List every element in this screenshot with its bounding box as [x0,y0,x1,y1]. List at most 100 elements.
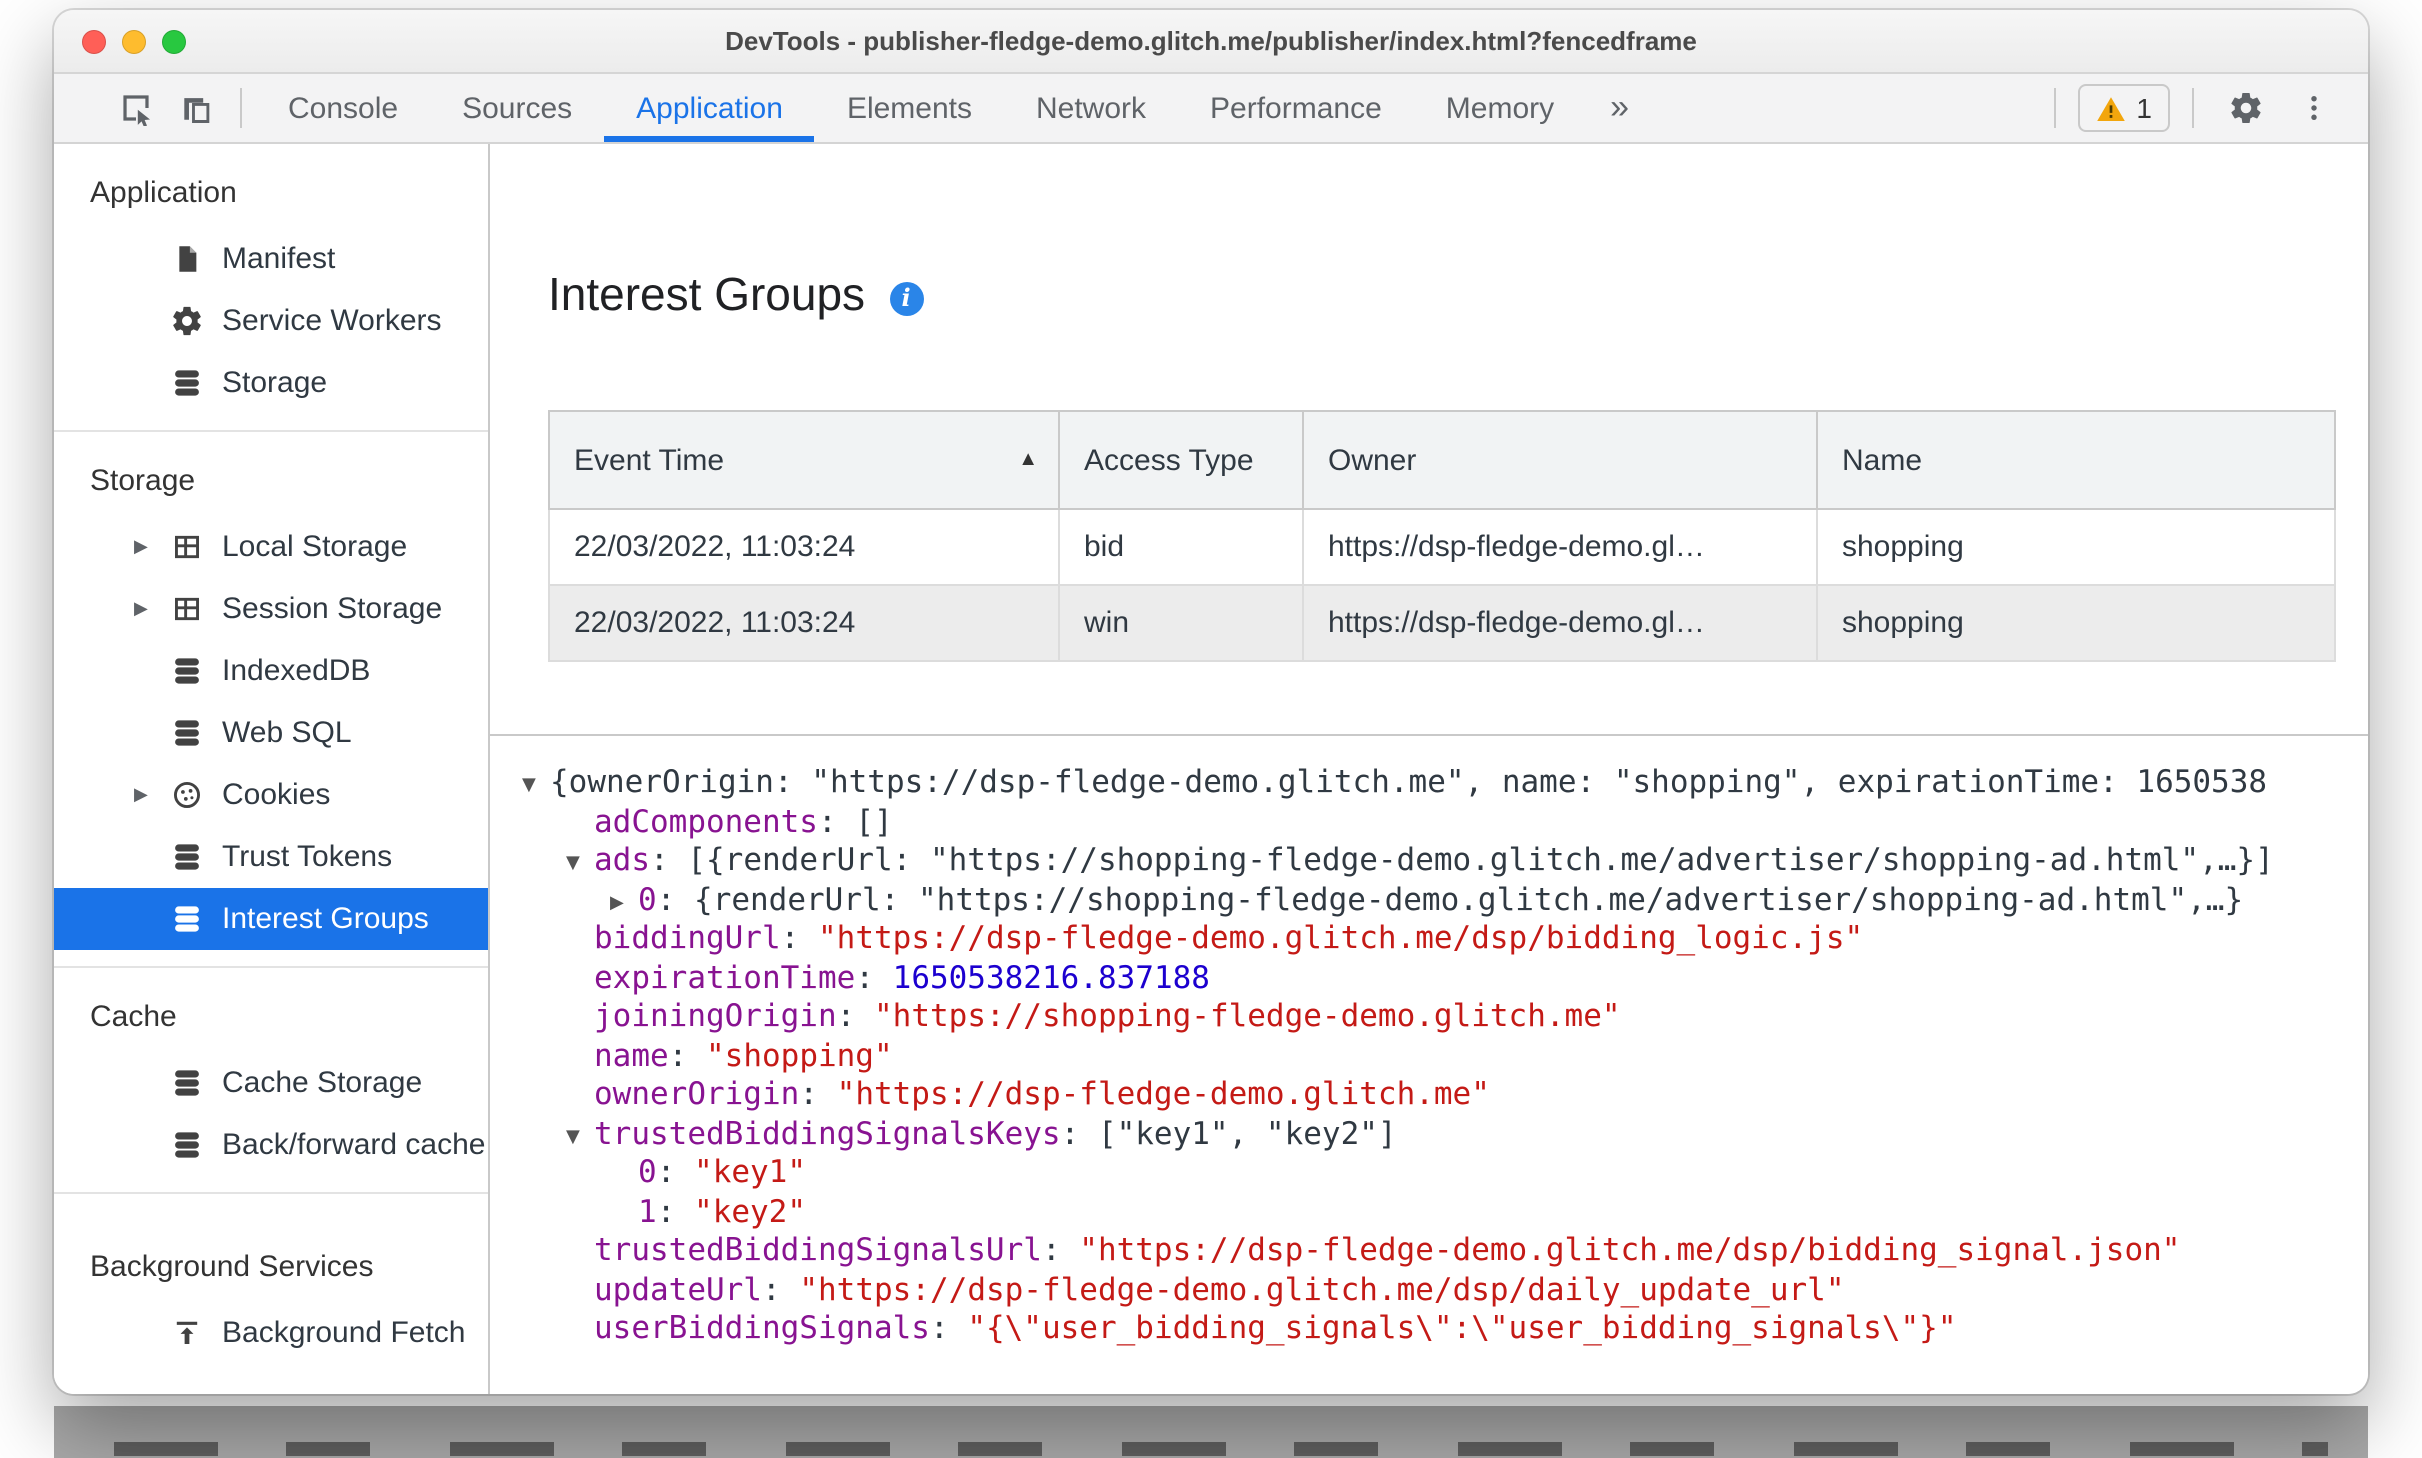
json-tree: ▼ {ownerOrigin: "https://dsp-fledge-demo.… [490,736,2368,1349]
warning-icon [2096,93,2126,123]
table-row[interactable]: 22/03/2022, 11:03:24 bid https://dsp-fle… [548,508,2336,586]
sidebar-section-background-services: Background Services Background Fetch [54,1194,488,1380]
tab-performance[interactable]: Performance [1178,74,1414,142]
table-cell: bid [1058,508,1304,586]
minimize-window-button[interactable] [122,29,146,53]
table-cell: shopping [1816,584,2336,662]
chevron-right-icon[interactable]: ▶ [134,598,170,620]
sidebar-item-interest-groups[interactable]: Interest Groups [54,888,488,950]
sidebar-item-local-storage[interactable]: ▶ Local Storage [54,516,488,578]
page-title: Interest Groups [548,268,866,320]
tab-sources[interactable]: Sources [430,74,604,142]
tree-line: ▶ 0: {renderUrl: "https://shopping-fledge… [490,881,2368,920]
database-icon [170,716,204,750]
fetch-arrow-icon [170,1316,204,1350]
section-header-cache: Cache [90,1000,177,1034]
tree-line: name: "shopping" [594,1037,893,1073]
cookie-icon [170,778,204,812]
sidebar-item-background-fetch[interactable]: Background Fetch [54,1302,488,1364]
column-header-name[interactable]: Name [1816,410,2336,510]
titlebar: DevTools - publisher-fledge-demo.glitch.… [54,10,2368,74]
disclosure-expanded-icon[interactable]: ▼ [566,1119,594,1154]
section-header-application: Application [90,176,237,210]
sidebar-item-service-workers[interactable]: Service Workers [54,290,488,352]
chevron-right-icon[interactable]: ▶ [134,536,170,558]
inspect-icon [118,90,154,126]
database-icon [170,840,204,874]
sidebar-item-manifest[interactable]: Manifest [54,228,488,290]
table-cell: https://dsp-fledge-demo.gl… [1302,584,1818,662]
inspect-element-button[interactable] [106,74,166,142]
info-icon[interactable]: i [889,281,924,315]
table-row[interactable]: 22/03/2022, 11:03:24 win https://dsp-fle… [548,584,2336,662]
tree-line: joiningOrigin: "https://shopping-fledge-… [594,998,1621,1034]
section-header-storage: Storage [90,464,196,498]
more-options-button[interactable] [2284,92,2344,124]
sidebar-item-indexeddb[interactable]: IndexedDB [54,640,488,702]
device-toolbar-icon [178,90,214,126]
tree-line: userBiddingSignals: "{\"user_bidding_sig… [594,1310,1957,1346]
sidebar-item-storage[interactable]: Storage [54,352,488,414]
tree-line: expirationTime: 1650538216.837188 [594,959,1210,995]
sidebar-item-cookies[interactable]: ▶ Cookies [54,764,488,826]
disclosure-collapsed-icon[interactable]: ▶ [610,885,638,920]
tree-line: ownerOrigin: "https://dsp-fledge-demo.gl… [594,1076,1490,1112]
table-icon [170,530,204,564]
tree-line: ▼ {ownerOrigin: "https://dsp-fledge-demo.… [490,764,2368,803]
tree-line: adComponents: [] [594,803,893,839]
disclosure-expanded-icon[interactable]: ▼ [566,846,594,881]
column-header-access-type[interactable]: Access Type [1058,410,1304,510]
toolbar-right: 1 [2040,74,2368,142]
table-cell: win [1058,584,1304,662]
tab-memory[interactable]: Memory [1414,74,1586,142]
warning-count: 1 [2136,92,2152,124]
sidebar-item-cache-storage[interactable]: Cache Storage [54,1052,488,1114]
database-icon [170,902,204,936]
tree-line: updateUrl: "https://dsp-fledge-demo.glit… [594,1271,1845,1307]
toolbar-separator [240,88,242,128]
tree-line: trustedBiddingSignalsUrl: "https://dsp-f… [594,1232,2181,1268]
disclosure-expanded-icon[interactable]: ▼ [522,768,550,803]
application-sidebar: Application Manifest Service Workers Sto… [54,144,490,1394]
application-panel: Application Manifest Service Workers Sto… [54,144,2368,1394]
sidebar-item-trust-tokens[interactable]: Trust Tokens [54,826,488,888]
more-tabs-button[interactable]: » [1586,74,1653,142]
toolbar-separator [2192,88,2194,128]
column-header-event-time[interactable]: Event Time ▲ [548,410,1060,510]
chevron-right-icon[interactable]: ▶ [134,784,170,806]
table-icon [170,592,204,626]
kebab-menu-icon [2298,92,2330,124]
tab-application[interactable]: Application [604,74,815,142]
database-icon [170,1066,204,1100]
document-icon [170,242,204,276]
sidebar-section-cache: Cache Cache Storage Back/forward cache [54,968,488,1194]
sidebar-section-application: Application Manifest Service Workers Sto… [54,144,488,432]
device-toolbar-button[interactable] [166,74,226,142]
column-header-owner[interactable]: Owner [1302,410,1818,510]
sidebar-item-web-sql[interactable]: Web SQL [54,702,488,764]
tab-elements[interactable]: Elements [815,74,1004,142]
table-cell: https://dsp-fledge-demo.gl… [1302,508,1818,586]
tree-line: 1: "key2" [638,1193,807,1229]
interest-groups-view: Interest Groups i Event Time ▲ Access Ty… [490,144,2368,1394]
screen: DevTools - publisher-fledge-demo.glitch.… [0,0,2422,1458]
zoom-window-button[interactable] [162,29,186,53]
sidebar-item-back-forward-cache[interactable]: Back/forward cache [54,1114,488,1176]
sidebar-section-storage: Storage ▶ Local Storage ▶ Session Storag… [54,432,488,968]
sidebar-item-session-storage[interactable]: ▶ Session Storage [54,578,488,640]
close-window-button[interactable] [82,29,106,53]
table-header-row: Event Time ▲ Access Type Owner Name [548,410,2336,510]
table-cell: 22/03/2022, 11:03:24 [548,584,1060,662]
database-icon [170,654,204,688]
sort-ascending-icon: ▲ [1018,449,1038,471]
tab-network[interactable]: Network [1004,74,1178,142]
tree-line: ▼ trustedBiddingSignalsKeys: ["key1", "ke… [490,1115,2368,1154]
settings-button[interactable] [2216,90,2276,126]
tab-console[interactable]: Console [256,74,430,142]
section-header-background-services: Background Services [90,1250,374,1284]
issues-warning-badge[interactable]: 1 [2078,84,2170,132]
background-page-strip [54,1406,2368,1458]
tree-line: 0: "key1" [638,1154,807,1190]
toolbar-separator [2054,88,2057,128]
traffic-lights [54,29,186,53]
